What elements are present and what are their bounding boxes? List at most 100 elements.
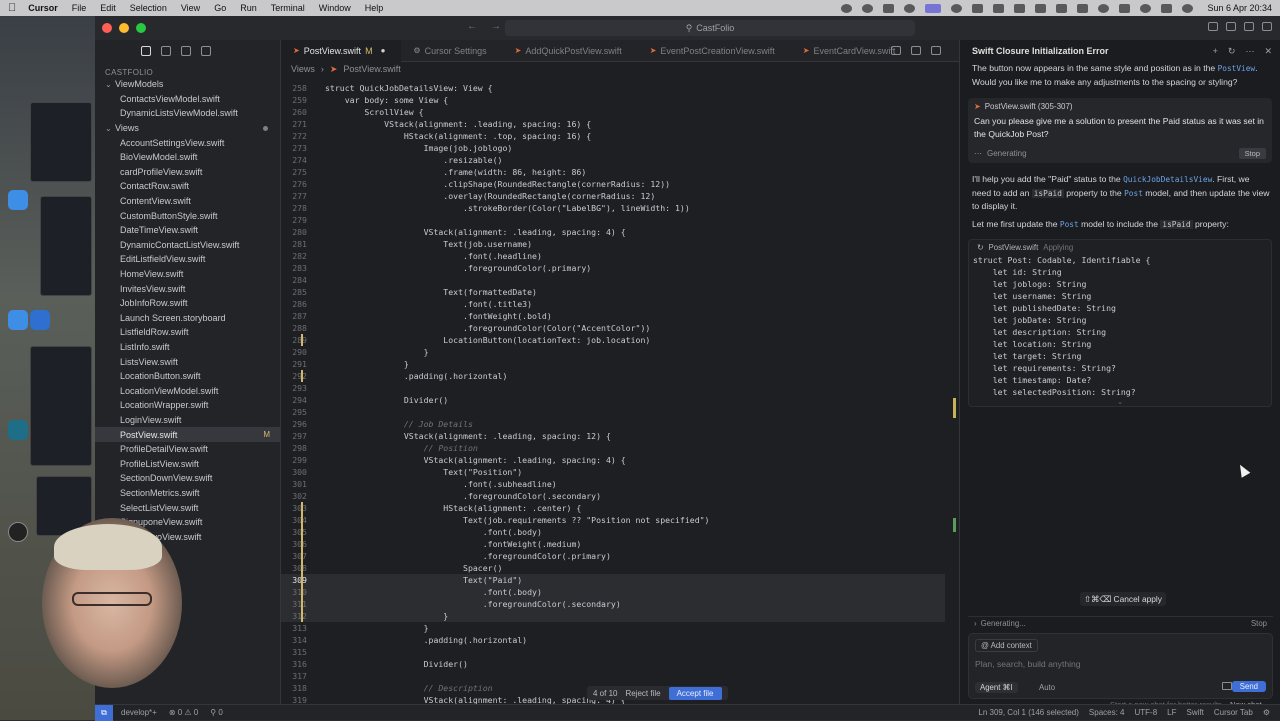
code-line[interactable]: 294 Divider() xyxy=(281,394,945,406)
sidebar-file[interactable]: LoginView.swift xyxy=(95,413,280,428)
wifi-icon[interactable] xyxy=(1098,3,1110,13)
sidebar-folder[interactable]: ⌄ Views xyxy=(95,121,280,136)
compass-icon[interactable] xyxy=(951,3,963,13)
code-line[interactable]: 310 .font(.body) xyxy=(281,586,945,598)
code-line[interactable]: 260 ScrollView { xyxy=(281,106,945,118)
more-actions-icon[interactable] xyxy=(931,46,941,55)
code-line[interactable]: 314 .padding(.horizontal) xyxy=(281,634,945,646)
code-line[interactable]: 305 .font(.body) xyxy=(281,526,945,538)
sidebar-file[interactable]: LocationViewModel.swift xyxy=(95,383,280,398)
sidebar-file[interactable]: BioViewModel.swift xyxy=(95,150,280,165)
menu-file[interactable]: File xyxy=(72,3,87,13)
code-line[interactable]: 280 VStack(alignment: .leading, spacing:… xyxy=(281,226,945,238)
sidebar-file[interactable]: SectionDownView.swift xyxy=(95,471,280,486)
screen-share-icon[interactable] xyxy=(925,3,942,13)
sidebar-file[interactable]: cardProfileView.swift xyxy=(95,165,280,180)
menu-view[interactable]: View xyxy=(181,3,200,13)
code-block-file[interactable]: PostView.swift xyxy=(989,243,1039,252)
code-line[interactable]: 315 xyxy=(281,646,945,658)
cursor-position[interactable]: Ln 309, Col 1 (146 selected) xyxy=(978,708,1079,717)
inline-code[interactable]: Post xyxy=(1124,189,1143,198)
window-thumbnail[interactable] xyxy=(30,102,92,182)
sidebar-file[interactable]: LocationButton.swift xyxy=(95,369,280,384)
code-line[interactable]: 312 } xyxy=(281,610,945,622)
stop-button[interactable]: Stop xyxy=(1238,148,1266,159)
extensions-icon[interactable] xyxy=(201,46,211,56)
safari-icon[interactable] xyxy=(8,190,28,210)
code-line[interactable]: 283 .foregroundColor(.primary) xyxy=(281,262,945,274)
code-line[interactable]: 296 // Job Details xyxy=(281,418,945,430)
xcode-icon[interactable] xyxy=(8,310,28,330)
code-line[interactable]: 291 } xyxy=(281,358,945,370)
code-line[interactable]: 277 .overlay(RoundedRectangle(cornerRadi… xyxy=(281,190,945,202)
sidebar-file[interactable]: InvitesView.swift xyxy=(95,281,280,296)
search-icon[interactable] xyxy=(161,46,171,56)
close-icon[interactable]: ✕ xyxy=(1264,46,1272,57)
cancel-apply-button[interactable]: ⇧⌘⌫ Cancel apply xyxy=(1080,592,1166,606)
menu-help[interactable]: Help xyxy=(365,3,384,13)
git-branch[interactable]: develop*+ xyxy=(121,708,157,717)
inline-code[interactable]: Post xyxy=(1060,220,1079,229)
send-button[interactable]: Send xyxy=(1231,681,1266,692)
code-line[interactable]: 298 // Position xyxy=(281,442,945,454)
encoding[interactable]: UTF-8 xyxy=(1134,708,1157,717)
sidebar-file[interactable]: DynamicContactListView.swift xyxy=(95,238,280,253)
editor-tab[interactable]: ⚙ Cursor Settings xyxy=(401,40,502,62)
code-line[interactable]: 293 xyxy=(281,382,945,394)
bluetooth-icon[interactable] xyxy=(1056,3,1068,13)
sidebar-file[interactable]: SectionMetrics.swift xyxy=(95,486,280,501)
code-line[interactable]: 302 .foregroundColor(.secondary) xyxy=(281,490,945,502)
sidebar-file[interactable]: ContactsViewModel.swift xyxy=(95,92,280,107)
sidebar-file[interactable]: ListInfo.swift xyxy=(95,340,280,355)
code-line[interactable]: 259 var body: some View { xyxy=(281,94,945,106)
accept-file-button[interactable]: Accept file xyxy=(668,686,722,700)
control-icon[interactable] xyxy=(1014,3,1026,13)
code-line[interactable]: 288 .foregroundColor(Color("AccentColor"… xyxy=(281,322,945,334)
siri-icon[interactable] xyxy=(1182,3,1194,13)
window-thumbnail[interactable] xyxy=(30,346,92,466)
agent-mode-selector[interactable]: Agent ⌘I xyxy=(975,682,1018,693)
code-line[interactable]: 309 Text("Paid") xyxy=(281,574,945,586)
code-line[interactable]: 271 VStack(alignment: .leading, spacing:… xyxy=(281,118,945,130)
record-icon[interactable] xyxy=(841,3,853,13)
minimize-window-icon[interactable] xyxy=(119,23,129,33)
close-window-icon[interactable] xyxy=(102,23,112,33)
open-changes-icon[interactable] xyxy=(891,46,901,55)
sidebar-file[interactable]: DynamicListsViewModel.swift xyxy=(95,106,280,121)
sidebar-file[interactable]: JobInfoRow.swift xyxy=(95,296,280,311)
diff-counter[interactable]: 4 of 10 xyxy=(593,689,617,698)
battery-icon[interactable] xyxy=(1035,3,1047,13)
breadcrumb-folder[interactable]: Views xyxy=(291,64,315,74)
code-line[interactable]: 272 HStack(alignment: .top, spacing: 16)… xyxy=(281,130,945,142)
code-editor[interactable]: 258 struct QuickJobDetailsView: View {259… xyxy=(281,80,959,705)
code-line[interactable]: 300 Text("Position") xyxy=(281,466,945,478)
explorer-icon[interactable] xyxy=(141,46,151,56)
notifications-icon[interactable]: ⚙ xyxy=(1263,708,1270,717)
menu-terminal[interactable]: Terminal xyxy=(271,3,305,13)
toggle-panel-icon[interactable] xyxy=(1226,22,1236,31)
code-line[interactable]: 276 .clipShape(RoundedRectangle(cornerRa… xyxy=(281,178,945,190)
menu-selection[interactable]: Selection xyxy=(130,3,167,13)
search-icon[interactable] xyxy=(1140,3,1152,13)
clock-icon[interactable] xyxy=(8,522,28,542)
sidebar-file[interactable]: ListsView.swift xyxy=(95,354,280,369)
more-icon[interactable]: ⋯ xyxy=(1245,46,1254,57)
menu-run[interactable]: Run xyxy=(240,3,257,13)
code-line[interactable]: 306 .fontWeight(.medium) xyxy=(281,538,945,550)
code-line[interactable]: 290 } xyxy=(281,346,945,358)
sidebar-file[interactable]: ProfileListView.swift xyxy=(95,456,280,471)
input-source-icon[interactable] xyxy=(1119,3,1131,13)
code-line[interactable]: 292 .padding(.horizontal) xyxy=(281,370,945,382)
problems-count[interactable]: ⊗ 0 ⚠ 0 xyxy=(169,708,198,717)
end-of-line[interactable]: LF xyxy=(1167,708,1176,717)
code-line[interactable]: 284 xyxy=(281,274,945,286)
code-line[interactable]: 273 Image(job.joblogo) xyxy=(281,142,945,154)
code-line[interactable]: 304 Text(job.requirements ?? "Position n… xyxy=(281,514,945,526)
unsaved-dot-icon[interactable]: ● xyxy=(381,46,386,55)
model-selector[interactable]: Auto xyxy=(1039,683,1055,692)
code-line[interactable]: 279 xyxy=(281,214,945,226)
menubar-clock[interactable]: Sun 6 Apr 20:34 xyxy=(1207,3,1272,13)
inline-code[interactable]: PostView xyxy=(1218,64,1256,73)
sidebar-file[interactable]: Launch Screen.storyboard xyxy=(95,311,280,326)
inline-code[interactable]: QuickJobDetailsView xyxy=(1123,175,1212,184)
